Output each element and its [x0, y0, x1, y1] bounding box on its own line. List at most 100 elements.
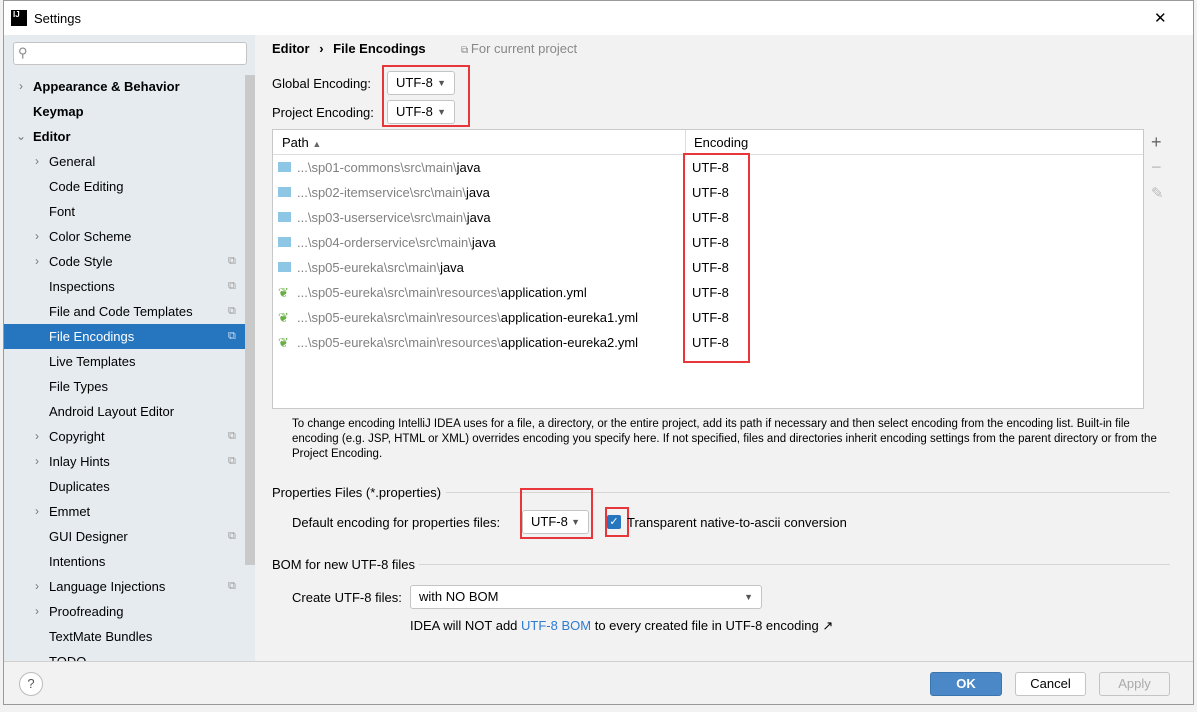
sidebar-item-file-and-code-templates[interactable]: File and Code Templates ⧉: [4, 299, 245, 324]
chevron-down-icon[interactable]: ⌄: [14, 124, 28, 149]
folder-icon: [278, 162, 291, 172]
sidebar-item-gui-designer[interactable]: GUI Designer ⧉: [4, 524, 245, 549]
scope-label: For current project: [470, 41, 578, 56]
highlight-box: [520, 488, 593, 539]
folder-icon: [278, 187, 291, 197]
sidebar-item-code-editing[interactable]: Code Editing: [4, 174, 245, 199]
folder-icon: [278, 262, 291, 272]
properties-encoding-label: Default encoding for properties files:: [292, 515, 501, 530]
divider: [419, 564, 1170, 565]
chevron-right-icon[interactable]: ›: [30, 599, 44, 624]
sidebar-item-todo[interactable]: TODO: [4, 649, 245, 661]
sidebar-item-general[interactable]: › General: [4, 149, 245, 174]
sidebar-item-label: Live Templates: [49, 354, 136, 369]
chevron-right-icon[interactable]: ›: [30, 149, 44, 174]
folder-icon: [278, 212, 291, 222]
search-input[interactable]: ⚲: [13, 42, 247, 65]
project-scope-icon: ⧉: [228, 430, 236, 442]
highlight-box: [382, 65, 470, 127]
chevron-right-icon[interactable]: ›: [30, 424, 44, 449]
column-path[interactable]: Path ▲: [282, 130, 321, 157]
sidebar-item-label: File Encodings: [49, 329, 135, 344]
path-cell: ...\sp04-orderservice\src\main\java: [297, 235, 496, 250]
chevron-right-icon[interactable]: ›: [30, 574, 44, 599]
add-path-button[interactable]: +: [1151, 132, 1162, 153]
sidebar-item-language-injections[interactable]: › Language Injections ⧉: [4, 574, 245, 599]
sidebar-item-textmate-bundles[interactable]: TextMate Bundles: [4, 624, 245, 649]
project-scope-icon: ⧉: [228, 305, 236, 317]
project-encoding-label: Project Encoding:: [272, 105, 374, 120]
path-cell: ...\sp05-eureka\src\main\resources\appli…: [297, 285, 587, 300]
sidebar-item-file-types[interactable]: File Types: [4, 374, 245, 399]
breadcrumb-separator: ›: [319, 41, 324, 56]
highlight-box: [683, 153, 750, 363]
sidebar-item-label: Color Scheme: [49, 229, 132, 244]
breadcrumb-current: File Encodings: [333, 41, 426, 56]
sidebar-item-editor[interactable]: ⌄ Editor: [4, 124, 245, 149]
sidebar-item-android-layout-editor[interactable]: Android Layout Editor: [4, 399, 245, 424]
sidebar-item-label: Editor: [33, 129, 71, 144]
path-cell: ...\sp05-eureka\src\main\java: [297, 260, 464, 275]
sidebar-item-label: Copyright: [49, 429, 105, 444]
sidebar-item-label: File Types: [49, 379, 109, 394]
sidebar-item-live-templates[interactable]: Live Templates: [4, 349, 245, 374]
sidebar-item-label: File and Code Templates: [49, 304, 193, 319]
folder-icon: [278, 237, 291, 247]
transparent-checkbox-label[interactable]: Transparent native-to-ascii conversion: [627, 515, 847, 530]
cancel-button[interactable]: Cancel: [1015, 672, 1086, 696]
utf8-bom-link[interactable]: UTF-8 BOM: [521, 618, 591, 633]
edit-path-button[interactable]: ✎: [1151, 184, 1164, 202]
sidebar-item-color-scheme[interactable]: › Color Scheme: [4, 224, 245, 249]
sidebar-item-label: Android Layout Editor: [49, 404, 175, 419]
breadcrumb-parent[interactable]: Editor: [272, 41, 310, 56]
properties-section-title: Properties Files (*.properties): [272, 485, 442, 500]
sidebar-item-code-style[interactable]: › Code Style ⧉: [4, 249, 245, 274]
sort-ascending-icon: ▲: [312, 139, 322, 149]
sidebar-item-label: TODO: [49, 649, 86, 661]
remove-path-button[interactable]: −: [1151, 157, 1162, 178]
sidebar-item-label: Appearance & Behavior: [33, 79, 180, 94]
global-encoding-label: Global Encoding:: [272, 76, 372, 91]
sidebar-item-font[interactable]: Font: [4, 199, 245, 224]
sidebar-item-label: Language Injections: [49, 579, 166, 594]
apply-button[interactable]: Apply: [1099, 672, 1170, 696]
bom-select[interactable]: with NO BOM ▼: [410, 585, 762, 609]
title-bar: IJ Settings ✕: [4, 1, 1193, 35]
path-cell: ...\sp02-itemservice\src\main\java: [297, 185, 490, 200]
bom-note: IDEA will NOT add UTF-8 BOM to every cre…: [410, 618, 834, 633]
sidebar-item-intentions[interactable]: Intentions: [4, 549, 245, 574]
help-button[interactable]: ?: [19, 672, 43, 696]
sidebar-item-label: Emmet: [49, 504, 91, 519]
sidebar-item-proofreading[interactable]: › Proofreading: [4, 599, 245, 624]
sidebar-item-duplicates[interactable]: Duplicates: [4, 474, 245, 499]
create-utf8-label: Create UTF-8 files:: [292, 590, 402, 605]
sidebar-item-copyright[interactable]: › Copyright ⧉: [4, 424, 245, 449]
sidebar: ⚲ › Appearance & Behavior Keymap ⌄ Editor › Ge…: [4, 35, 255, 661]
chevron-right-icon[interactable]: ›: [14, 74, 28, 99]
ok-button[interactable]: OK: [930, 672, 1002, 696]
sidebar-item-inspections[interactable]: Inspections ⧉: [4, 274, 245, 299]
column-encoding[interactable]: Encoding: [685, 130, 748, 155]
sidebar-scrollbar[interactable]: [245, 75, 255, 565]
chevron-right-icon[interactable]: ›: [30, 449, 44, 474]
help-text: To change encoding IntelliJ IDEA uses fo…: [292, 418, 1157, 460]
close-button[interactable]: ✕: [1154, 9, 1167, 27]
sidebar-item-appearance-behavior[interactable]: › Appearance & Behavior: [4, 74, 245, 99]
intellij-logo-icon: IJ: [11, 10, 27, 26]
sidebar-item-label: Code Editing: [49, 179, 124, 194]
project-scope-icon: ⧉: [228, 530, 236, 542]
path-cell: ...\sp05-eureka\src\main\resources\appli…: [297, 335, 639, 350]
project-scope-icon: ⧉: [228, 255, 236, 267]
sidebar-item-inlay-hints[interactable]: › Inlay Hints ⧉: [4, 449, 245, 474]
chevron-right-icon[interactable]: ›: [30, 499, 44, 524]
chevron-right-icon[interactable]: ›: [30, 249, 44, 274]
project-scope-icon: ⧉: [461, 45, 471, 56]
footer-divider: [4, 661, 1193, 662]
breadcrumb: Editor › File Encodings: [272, 41, 426, 56]
sidebar-item-label: Inspections: [49, 279, 115, 294]
sidebar-item-keymap[interactable]: Keymap: [4, 99, 245, 124]
project-scope-icon: ⧉: [228, 280, 236, 292]
sidebar-item-emmet[interactable]: › Emmet: [4, 499, 245, 524]
chevron-right-icon[interactable]: ›: [30, 224, 44, 249]
sidebar-item-file-encodings[interactable]: File Encodings ⧉: [4, 324, 245, 349]
